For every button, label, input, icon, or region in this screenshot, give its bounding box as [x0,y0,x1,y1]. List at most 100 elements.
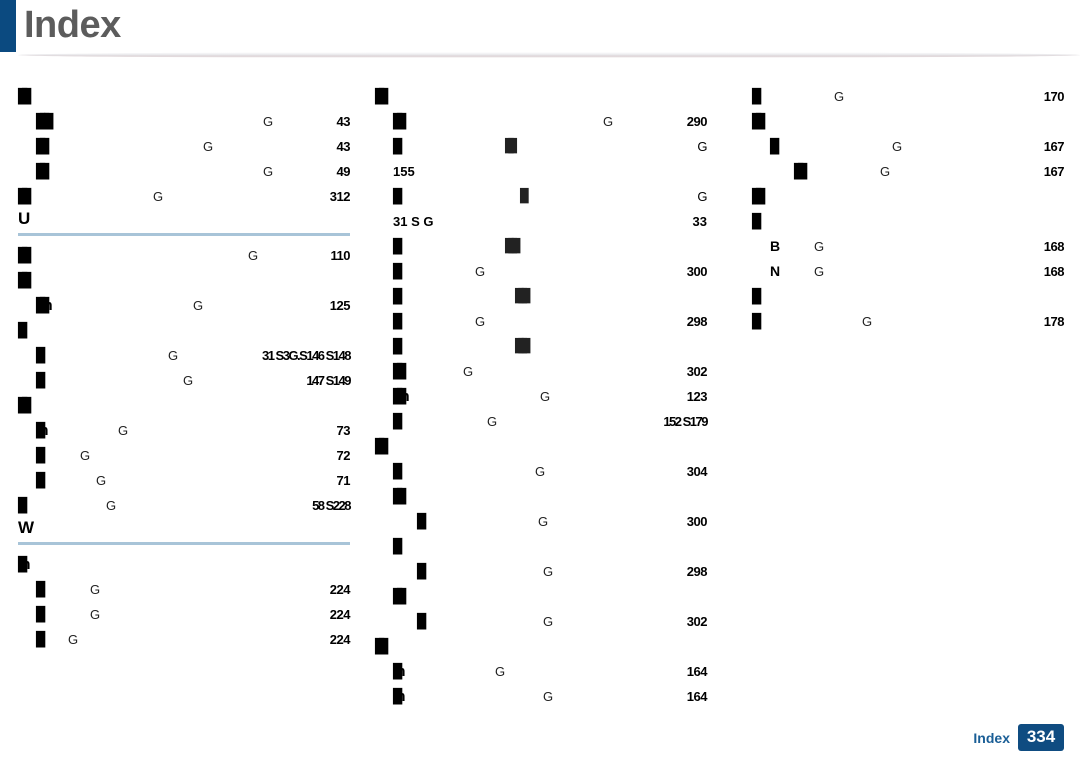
index-entry: █ ███ [375,334,707,359]
index-entry: █ G 224 [18,627,351,652]
header-divider-rule [18,52,1080,58]
index-entry-label: █ [36,632,45,648]
index-entry-mid-marker: G [540,389,551,404]
index-entry-mid-marker: G [538,514,549,529]
index-entry-label: ██/ [752,114,764,130]
index-entry-page-number: 58 S228 [312,498,351,513]
index-entry-mid-marker: G [475,264,486,279]
index-entry: ██ [18,393,350,418]
index-entry-page-number: 298 [686,564,708,579]
index-entry-mid-marker: █ [520,189,529,204]
index-entry: █ G 71 [18,468,351,493]
index-entry: █ G 178 [752,309,1065,334]
index-entry-mid-marker: G [68,632,79,647]
index-entry-page-number: G [697,139,707,154]
index-entry-label: █n [18,557,30,573]
index-entry-label: ██ [36,164,49,180]
index-entry-page-number: 224 [329,632,351,647]
index-entry-label: ██ [375,639,388,655]
index-entry-page-number: 167 [1043,164,1065,179]
index-entry-page-number: 298 [686,314,708,329]
index-entry-mid-marker: ██ [505,139,517,154]
index-entry: █h G 164 [375,684,708,709]
index-entry-wrapped-page-number-extra: 33 [692,214,707,229]
index-entry-label: █ [36,473,45,489]
index-entry: ██n G 125 [18,293,351,318]
index-entry-page-number: 152 S179 [663,414,708,429]
index-entry: ██n G 123 [375,384,708,409]
index-entry: B G 168 [752,234,1065,259]
index-entry: █ G 304 [375,459,708,484]
index-entry-label: █ [393,139,402,155]
index-entry: ██ G 43 [18,134,351,159]
index-entry-mid-marker: G [118,423,129,438]
index-entry-page-number: 147 S149 [306,373,351,388]
index-entry-page-number: 43 [336,114,351,129]
index-entry: █ G 31 S3G.S146 S148 [18,343,352,368]
index-entry-label: █ [393,414,402,430]
index-entry-label: █ [752,314,761,330]
index-entry-label: ███ [36,114,53,130]
index-entry-label: ██ [794,164,807,180]
header-accent-bar [0,0,16,52]
index-entry-label: ██n [393,389,409,405]
index-entry: █ █ G 31 S G 33 [375,184,707,234]
index-entry: ██ [18,268,350,293]
index-entry-label: █ [393,314,402,330]
index-entry-page-number: 300 [686,264,708,279]
index-entry-page-number: 110 [330,248,351,263]
index-entry-label: █ [393,264,402,280]
index-entry-mid-marker: G [263,164,274,179]
index-entry-label: ██ [18,248,31,264]
index-entry-mid-marker: G [203,139,214,154]
index-entry-page-number: 168 [1043,239,1065,254]
index-entry-page-number: 224 [329,582,351,597]
index-entry: ██/ [752,109,1064,134]
index-entry: █h G 164 [375,659,708,684]
index-entry-mid-marker: ███ [515,339,530,354]
index-entry-page-number: 164 [686,689,708,704]
index-entry-label: ██ [375,439,388,455]
index-entry-label: ██ [375,89,388,105]
index-entry-label: B [770,238,781,254]
index-entry-mid-marker: G [543,689,554,704]
index-entry-page-number: 31 S3G.S146 S148 [261,348,352,363]
index-entry: █ ███ [375,284,707,309]
index-entry-mid-marker: G [603,114,614,129]
index-entry-page-number: 178 [1043,314,1065,329]
page-header: Index [0,0,1080,62]
index-entry: █ G 298 [375,309,708,334]
index-entry-mid-marker: G [495,664,506,679]
index-entry-label: █h [393,689,405,705]
index-entry-mid-marker: G [463,364,474,379]
index-entry-page-number: 167 [1043,139,1065,154]
index-entry-mid-marker: G [487,414,498,429]
index-entry: ██ [375,484,707,509]
index-entry-label: █n [36,423,48,439]
index-entry-mid-marker: G [814,239,825,254]
index-entry-mid-marker: G [834,89,845,104]
section-underline-rule [18,233,350,236]
index-entry: ██ [18,84,350,109]
index-entry-label: █ [752,214,761,230]
index-entry-page-number: 168 [1043,264,1065,279]
index-entry-mid-marker: G [543,564,554,579]
index-entry-label: ██ [393,589,406,605]
index-entry: ██ [375,584,707,609]
index-entry: █ G 300 [375,509,708,534]
index-entry-page-number: G [697,189,707,204]
index-entry: █ G 58 S228 [18,493,351,518]
index-entry: █n G 73 [18,418,351,443]
page-title: Index [24,4,121,46]
index-entry-page-number: 43 [336,139,351,154]
index-entry-page-number: 302 [686,364,708,379]
index-entry-mid-marker: G [263,114,274,129]
index-entry-page-number: 302 [686,614,708,629]
index-entry-label: █ [770,139,779,155]
index-entry-mid-marker: G [96,473,107,488]
index-entry-mid-marker: G [475,314,486,329]
index-entry-page-number: 304 [686,464,708,479]
index-entry-label: █ [393,539,402,555]
index-entry: ██ G 110 [18,243,351,268]
index-entry-mid-marker: G [168,348,179,363]
